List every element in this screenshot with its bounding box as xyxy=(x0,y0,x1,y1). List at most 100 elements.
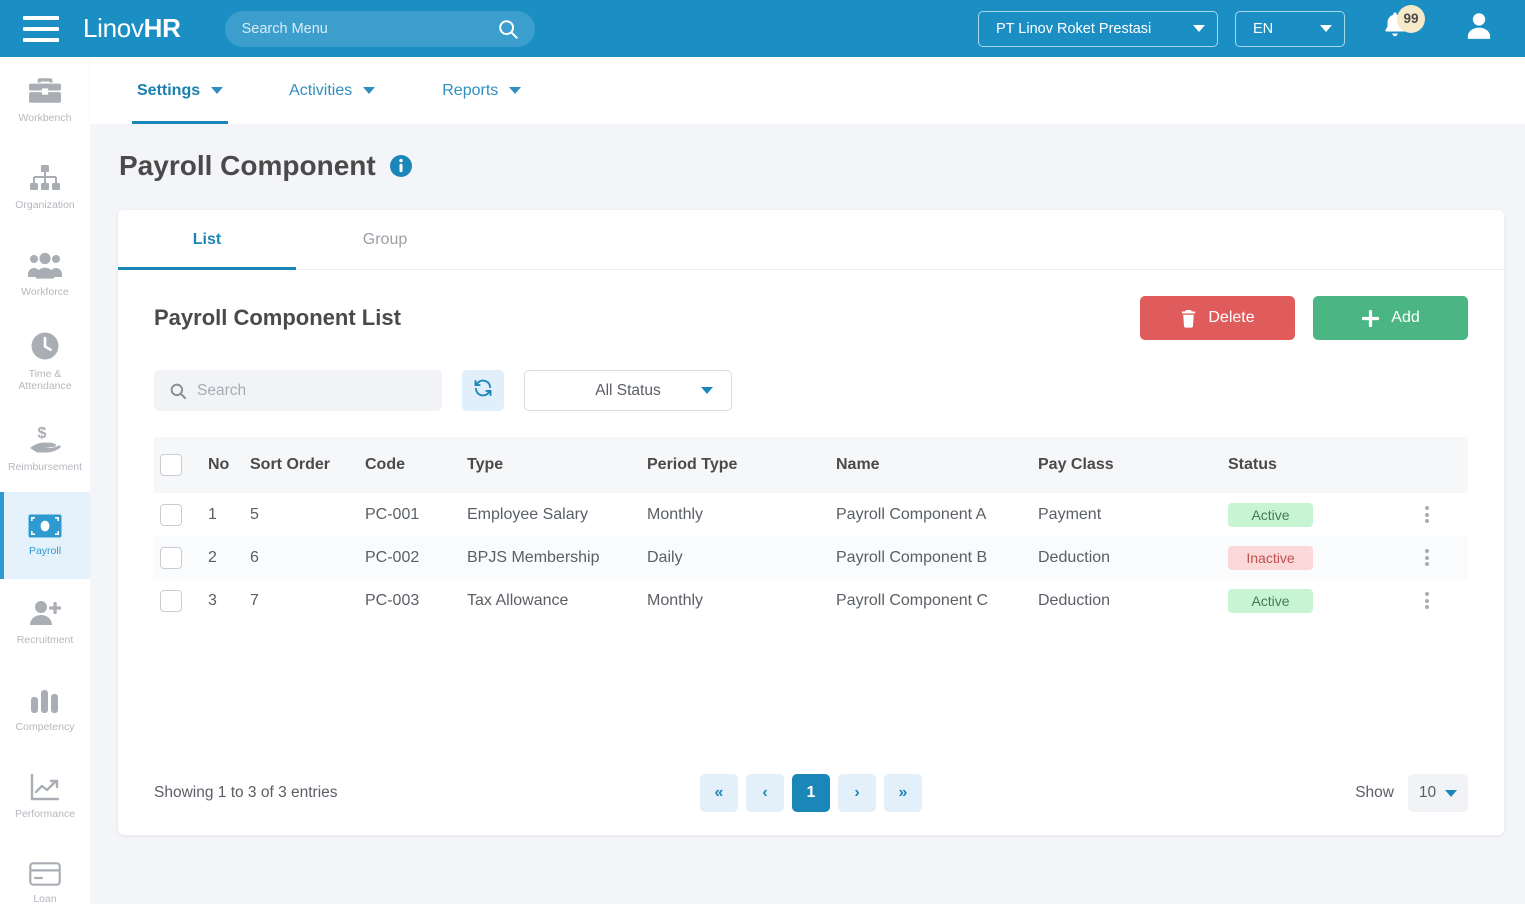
tab-group[interactable]: Group xyxy=(296,210,474,269)
info-circle-icon[interactable] xyxy=(389,154,413,178)
column-header-pay-class: Pay Class xyxy=(1038,456,1114,473)
sidebar-item-loan[interactable]: Loan xyxy=(0,840,90,904)
sidebar-item-workforce[interactable]: Workforce xyxy=(0,231,90,318)
hand-money-icon: $ xyxy=(28,424,62,454)
status-badge: Inactive xyxy=(1228,545,1313,570)
left-sidebar: Workbench Organization Workforce Time & … xyxy=(0,57,90,904)
cell-name: Payroll Component A xyxy=(836,505,987,523)
nav-tab-reports[interactable]: Reports xyxy=(437,57,526,124)
sidebar-item-payroll[interactable]: Payroll xyxy=(0,492,90,579)
refresh-button[interactable] xyxy=(462,370,504,411)
table-row[interactable]: 2 6 PC-002 BPJS Membership Daily Payroll… xyxy=(154,536,1468,579)
language-selector[interactable]: EN xyxy=(1235,10,1345,47)
sidebar-item-label: Workforce xyxy=(21,285,69,298)
pagination-first[interactable]: « xyxy=(700,774,738,812)
cell-period-type: Monthly xyxy=(647,591,704,609)
company-selector[interactable]: PT Linov Roket Prestasi xyxy=(978,10,1218,47)
nav-tab-activities[interactable]: Activities xyxy=(284,57,380,124)
sidebar-item-label: Recruitment xyxy=(16,634,74,646)
search-box[interactable] xyxy=(154,370,442,411)
cell-name: Payroll Component C xyxy=(836,591,989,609)
row-actions-menu-icon[interactable] xyxy=(1386,506,1468,523)
pagination-prev[interactable]: ‹ xyxy=(746,774,784,812)
row-checkbox[interactable] xyxy=(160,546,182,569)
cell-code: PC-002 xyxy=(365,548,420,566)
user-plus-icon xyxy=(28,599,62,627)
status-badge: Active xyxy=(1228,588,1313,613)
column-header-no: No xyxy=(208,456,230,473)
global-search-box[interactable] xyxy=(224,10,535,47)
bar-chart-icon xyxy=(30,686,60,714)
cell-code: PC-003 xyxy=(365,591,420,609)
chevron-down-icon xyxy=(701,387,713,394)
nav-tab-label: Activities xyxy=(289,81,353,99)
cell-status: Active xyxy=(1228,493,1386,536)
pagination-page-1[interactable]: 1 xyxy=(792,774,830,812)
sidebar-item-time-attendance[interactable]: Time & Attendance xyxy=(0,318,90,405)
chevron-down-icon xyxy=(509,87,522,94)
search-menu-input[interactable] xyxy=(224,20,497,37)
list-action-buttons: Delete Add xyxy=(1140,296,1468,340)
pagination-last[interactable]: » xyxy=(884,774,922,812)
tab-label: Group xyxy=(362,230,408,248)
select-all-checkbox[interactable] xyxy=(160,454,182,476)
brand-suffix: HR xyxy=(143,13,181,43)
org-chart-icon xyxy=(29,164,61,192)
people-group-icon xyxy=(28,252,62,279)
company-selector-value: PT Linov Roket Prestasi xyxy=(996,20,1152,37)
row-checkbox[interactable] xyxy=(160,503,182,526)
status-filter-value: All Status xyxy=(595,381,661,399)
table-row[interactable]: 3 7 PC-003 Tax Allowance Monthly Payroll… xyxy=(154,579,1468,622)
table-row[interactable]: 1 5 PC-001 Employee Salary Monthly Payro… xyxy=(154,493,1468,536)
language-selector-value: EN xyxy=(1253,20,1274,37)
cell-actions xyxy=(1386,536,1468,579)
cell-sort-order: 7 xyxy=(250,591,259,609)
row-checkbox[interactable] xyxy=(160,589,182,612)
payroll-component-table: No Sort Order Code Type Period Type Name… xyxy=(154,437,1468,622)
brand-prefix: Linov xyxy=(83,13,144,43)
add-button[interactable]: Add xyxy=(1313,296,1468,340)
sidebar-item-organization[interactable]: Organization xyxy=(0,144,90,231)
table-footer: Showing 1 to 3 of 3 entries « ‹ 1 › » Sh… xyxy=(118,751,1504,835)
pagination-next[interactable]: › xyxy=(838,774,876,812)
cell-code: PC-001 xyxy=(365,505,420,523)
nav-tab-settings[interactable]: Settings xyxy=(132,57,229,124)
entries-summary: Showing 1 to 3 of 3 entries xyxy=(154,784,338,801)
list-title: Payroll Component List xyxy=(154,305,401,330)
cell-type: Employee Salary xyxy=(467,505,588,523)
sidebar-item-performance[interactable]: Performance xyxy=(0,753,90,840)
row-actions-menu-icon[interactable] xyxy=(1386,549,1468,566)
column-header-status: Status xyxy=(1228,456,1277,473)
user-avatar-button[interactable] xyxy=(1461,8,1497,49)
row-select-cell xyxy=(154,536,208,579)
cell-pay-class: Payment xyxy=(1038,505,1102,523)
sidebar-item-reimbursement[interactable]: $ Reimbursement xyxy=(0,405,90,492)
sidebar-item-competency[interactable]: Competency xyxy=(0,666,90,753)
app-logo[interactable]: LinovHR xyxy=(83,13,181,44)
delete-button[interactable]: Delete xyxy=(1140,296,1295,340)
column-header-sort-order: Sort Order xyxy=(250,456,331,473)
module-nav-bar: Settings Activities Reports xyxy=(90,57,1525,124)
page-size-select[interactable]: 10 xyxy=(1408,774,1468,812)
tab-list[interactable]: List xyxy=(118,210,296,270)
toolbox-icon xyxy=(28,77,62,105)
chevron-down-icon xyxy=(1320,25,1332,32)
sidebar-item-recruitment[interactable]: Recruitment xyxy=(0,579,90,666)
status-filter-select[interactable]: All Status xyxy=(524,370,732,411)
notifications-button[interactable]: 99 xyxy=(1379,4,1425,50)
list-header: Payroll Component List Delete Add xyxy=(118,270,1504,340)
page-title-text: Payroll Component xyxy=(119,150,376,181)
row-actions-menu-icon[interactable] xyxy=(1386,592,1468,609)
sidebar-item-label: Performance xyxy=(14,808,76,820)
delete-button-label: Delete xyxy=(1208,309,1255,326)
trash-icon xyxy=(1180,309,1197,328)
cell-period-type: Monthly xyxy=(647,505,704,523)
hamburger-menu-icon[interactable] xyxy=(23,15,59,42)
sidebar-item-workbench[interactable]: Workbench xyxy=(0,57,90,144)
search-icon xyxy=(497,18,519,40)
tab-label: List xyxy=(192,230,222,248)
page-size-label: Show xyxy=(1355,784,1394,801)
search-input[interactable] xyxy=(197,381,442,400)
main-content: Payroll Component List Group Payroll Com… xyxy=(90,124,1525,904)
page-title: Payroll Component xyxy=(119,150,413,182)
